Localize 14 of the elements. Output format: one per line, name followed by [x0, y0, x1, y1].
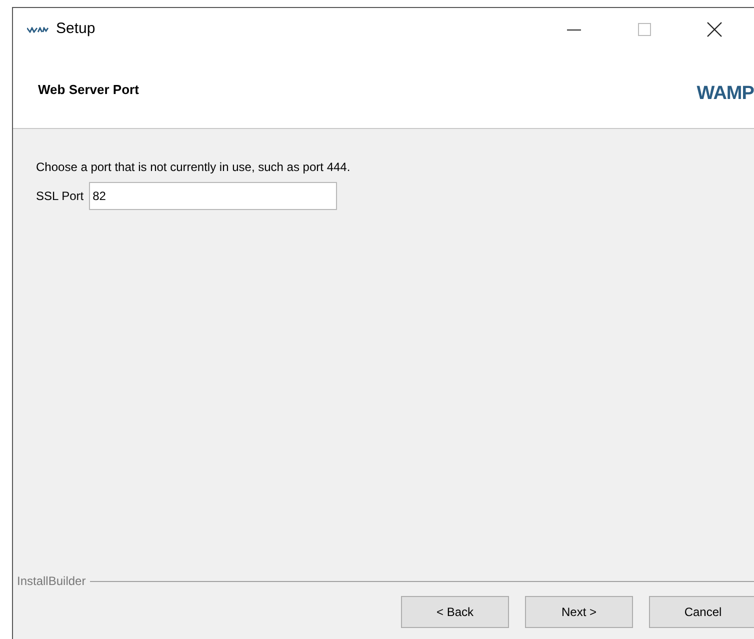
- wizard-button[interactable]: Cancel: [649, 596, 754, 628]
- ssl-port-field[interactable]: 82: [88, 182, 337, 210]
- brand-label: InstallBuilder: [17, 573, 86, 590]
- maximize-icon: [638, 23, 650, 36]
- minimize-icon: [567, 28, 581, 30]
- wizard-button[interactable]: Next >: [525, 596, 633, 628]
- logo-text: WAMP: [696, 82, 754, 106]
- instruction-text: Choose a port that is not currently in use, such as port 444.: [36, 159, 352, 176]
- field-label: SSL Port: [36, 188, 84, 205]
- close-icon: [706, 22, 722, 37]
- app-logo-icon: [27, 26, 49, 32]
- wizard-button[interactable]: < Back: [401, 596, 509, 628]
- page-heading: Web Server Port: [38, 80, 139, 99]
- window-title: Setup: [56, 19, 96, 40]
